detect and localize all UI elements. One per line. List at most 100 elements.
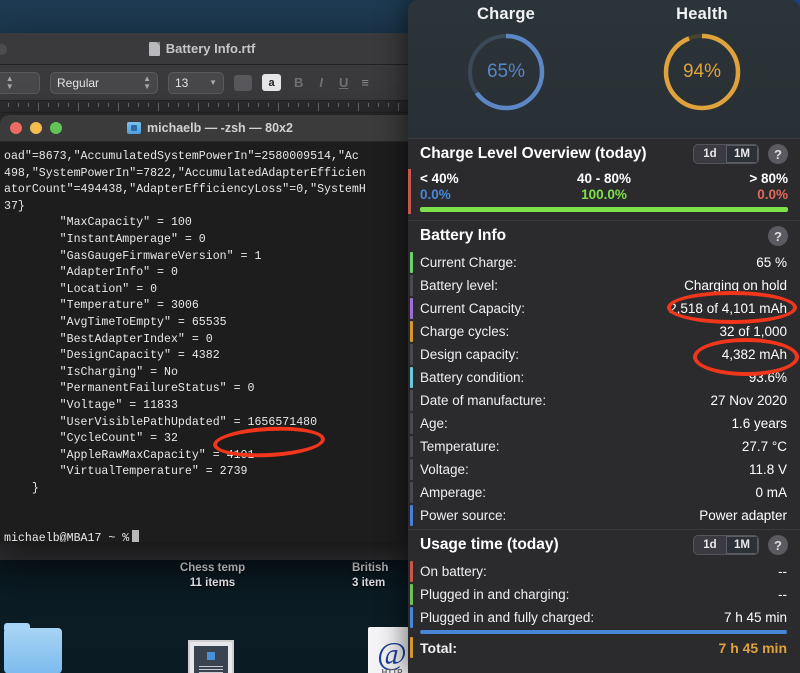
row-color-stripe bbox=[410, 321, 413, 342]
info-row-label: Charge cycles: bbox=[420, 324, 510, 339]
range-option-1d[interactable]: 1d bbox=[694, 145, 726, 163]
desktop-folder-icon[interactable] bbox=[4, 623, 62, 673]
charge-overview-values: 0.0% 100.0% 0.0% bbox=[420, 187, 788, 202]
terminal-cursor bbox=[132, 530, 140, 542]
usage-time-range-segmented[interactable]: 1d 1M bbox=[693, 535, 759, 555]
info-row: Current Capacity: 2,518 of 4,101 mAh bbox=[408, 297, 800, 320]
range-option-1d[interactable]: 1d bbox=[694, 536, 726, 554]
info-row-value: Power adapter bbox=[699, 508, 787, 523]
ruler-tick bbox=[258, 103, 259, 107]
underline-button[interactable]: U bbox=[336, 75, 351, 90]
ruler-tick bbox=[68, 103, 69, 107]
ruler-tick bbox=[48, 103, 49, 107]
ruler-tick bbox=[328, 103, 329, 107]
info-row-value: 1.6 years bbox=[731, 416, 787, 431]
ruler-tick bbox=[218, 103, 219, 107]
info-row: Battery condition: 93.6% bbox=[408, 366, 800, 389]
row-color-stripe bbox=[410, 584, 413, 605]
info-row: On battery: -- bbox=[408, 560, 800, 583]
bucket-label-high: > 80% bbox=[749, 171, 789, 186]
info-row: Amperage: 0 mA bbox=[408, 481, 800, 504]
gauge-health-value: 94% bbox=[682, 61, 722, 82]
terminal-title: michaelb — -zsh — 80x2 bbox=[0, 121, 420, 135]
gauge-charge: Charge 65% bbox=[408, 0, 604, 138]
ruler-tick bbox=[378, 103, 379, 107]
ruler-tick bbox=[118, 103, 119, 111]
ruler-tick bbox=[58, 103, 59, 107]
textedit-toolbar[interactable]: o ▲▼ Regular ▲▼ 13 ▼ a B I U ≡ bbox=[0, 65, 414, 101]
info-row-value: 4,382 mAh bbox=[721, 347, 787, 362]
bucket-label-mid: 40 - 80% bbox=[576, 171, 632, 186]
charge-overview-title: Charge Level Overview (today) bbox=[420, 145, 647, 162]
ruler-tick bbox=[248, 103, 249, 107]
row-color-stripe bbox=[410, 637, 413, 658]
help-icon[interactable]: ? bbox=[768, 226, 788, 246]
info-row: Plugged in and charging: -- bbox=[408, 583, 800, 606]
charge-overview-range-segmented[interactable]: 1d 1M bbox=[693, 144, 759, 164]
range-option-1m[interactable]: 1M bbox=[726, 536, 758, 554]
battery-info-panel[interactable]: Charge 65% Health 94% Charge Level Overv… bbox=[408, 0, 800, 673]
info-row-label: Plugged in and fully charged: bbox=[420, 610, 595, 625]
row-color-stripe bbox=[410, 413, 413, 434]
at-symbol-icon: @ bbox=[377, 634, 407, 671]
ruler-tick bbox=[148, 103, 149, 107]
row-color-stripe bbox=[410, 561, 413, 582]
ruler-tick bbox=[168, 103, 169, 107]
document-icon bbox=[148, 41, 160, 56]
ruler-tick bbox=[228, 103, 229, 107]
ruler-tick bbox=[28, 103, 29, 107]
info-row-label: Plugged in and charging: bbox=[420, 587, 570, 602]
ruler-tick bbox=[128, 103, 129, 107]
info-row: Plugged in and fully charged: 7 h 45 min bbox=[408, 606, 800, 629]
text-style-button[interactable]: a bbox=[262, 74, 281, 91]
battery-info-rows: Current Charge: 65 % Battery level: Chargin… bbox=[408, 251, 800, 527]
ruler-tick bbox=[368, 103, 369, 107]
range-option-1m[interactable]: 1M bbox=[726, 145, 758, 163]
text-color-swatch[interactable] bbox=[234, 74, 252, 91]
bucket-value-high: 0.0% bbox=[757, 187, 789, 202]
textedit-ruler[interactable] bbox=[0, 101, 414, 113]
italic-button[interactable]: I bbox=[316, 75, 326, 90]
info-row-value: 7 h 45 min bbox=[718, 639, 787, 656]
ruler-tick bbox=[298, 103, 299, 107]
info-row-label: Date of manufacture: bbox=[420, 393, 547, 408]
ruler-tick bbox=[208, 103, 209, 107]
desktop-document-icon[interactable] bbox=[188, 640, 234, 673]
gauge-health: Health 94% bbox=[604, 0, 800, 138]
window-control-dot[interactable] bbox=[0, 44, 7, 55]
row-color-stripe bbox=[410, 344, 413, 365]
info-row-label: Current Capacity: bbox=[420, 301, 526, 316]
info-row: Design capacity: 4,382 mAh bbox=[408, 343, 800, 366]
font-size-select[interactable]: 13 ▼ bbox=[168, 71, 224, 94]
info-row-label: Amperage: bbox=[420, 485, 487, 500]
ruler-tick bbox=[38, 103, 39, 111]
align-button[interactable]: ≡ bbox=[361, 75, 369, 90]
usage-time-total: Total: 7 h 45 min bbox=[408, 636, 800, 659]
font-family-select[interactable]: o ▲▼ bbox=[0, 71, 40, 94]
row-color-stripe bbox=[410, 252, 413, 273]
battery-info-header: Battery Info ? bbox=[408, 220, 800, 251]
info-row-value: 93.6% bbox=[748, 370, 787, 385]
terminal-window[interactable]: michaelb — -zsh — 80x2 oad"=8673,"Accumu… bbox=[0, 115, 420, 542]
ruler-tick bbox=[18, 103, 19, 107]
font-style-select[interactable]: Regular ▲ ▼ bbox=[50, 71, 158, 94]
info-row-value: 27.7 °C bbox=[741, 439, 787, 454]
font-size-value: 13 bbox=[175, 75, 189, 90]
terminal-title-text: michaelb — -zsh — 80x2 bbox=[147, 121, 293, 135]
textedit-titlebar[interactable]: Battery Info.rtf bbox=[0, 33, 414, 65]
ruler-tick bbox=[398, 103, 399, 111]
usage-time-bar bbox=[420, 630, 787, 634]
ruler-tick bbox=[158, 103, 159, 111]
info-row: Current Charge: 65 % bbox=[408, 251, 800, 274]
gauge-health-ring: 94% bbox=[660, 30, 744, 114]
terminal-prompt[interactable]: michaelb@MBA17 ~ % bbox=[0, 530, 420, 542]
bold-button[interactable]: B bbox=[291, 75, 306, 90]
help-icon[interactable]: ? bbox=[768, 535, 788, 555]
terminal-titlebar[interactable]: michaelb — -zsh — 80x2 bbox=[0, 115, 420, 142]
info-row-label: Current Charge: bbox=[420, 255, 517, 270]
info-row-label: Design capacity: bbox=[420, 347, 520, 362]
info-row-label: Voltage: bbox=[420, 462, 469, 477]
gauge-charge-value: 65% bbox=[486, 61, 526, 82]
help-icon[interactable]: ? bbox=[768, 144, 788, 164]
ruler-tick bbox=[358, 103, 359, 111]
